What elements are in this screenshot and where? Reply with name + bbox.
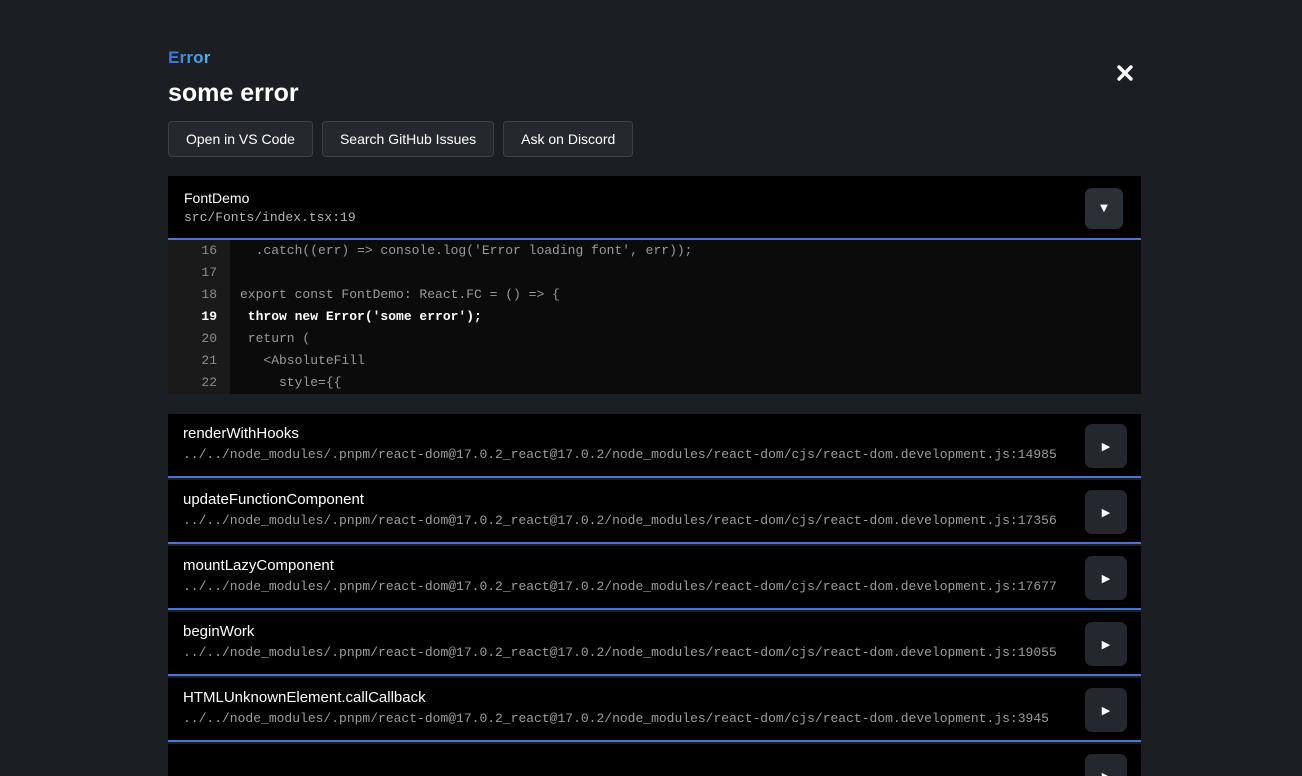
stack-frame-location: ../../node_modules/.pnpm/react-dom@17.0.… <box>183 711 1071 726</box>
code-line: 18 export const FontDemo: React.FC = () … <box>168 284 1141 306</box>
triangle-right-icon: ▶ <box>1102 573 1110 584</box>
stack-frame-row: updateFunctionComponent ../../node_modul… <box>168 480 1141 544</box>
code-lines: 16 .catch((err) => console.log('Error lo… <box>168 240 1141 394</box>
page-title: some error <box>168 79 1141 108</box>
line-number: 21 <box>168 350 230 372</box>
triangle-right-icon: ▶ <box>1102 639 1110 650</box>
line-number: 20 <box>168 328 230 350</box>
line-text: style={{ <box>230 372 341 394</box>
error-overlay: Error some error Open in VS Code Search … <box>168 0 1141 776</box>
stack-frame-function: mountLazyComponent <box>183 557 1071 574</box>
code-line: 22 style={{ <box>168 372 1141 394</box>
line-number: 17 <box>168 262 230 284</box>
stack-frame-location: ../../node_modules/.pnpm/react-dom@17.0.… <box>183 645 1071 660</box>
search-github-issues-button[interactable]: Search GitHub Issues <box>322 121 494 157</box>
triangle-right-icon: ▶ <box>1102 705 1110 716</box>
triangle-right-icon: ▶ <box>1102 507 1110 518</box>
expand-frame-button[interactable]: ▶ <box>1085 688 1127 732</box>
stack-frame-row: mountLazyComponent ../../node_modules/.p… <box>168 546 1141 610</box>
ask-on-discord-button[interactable]: Ask on Discord <box>503 121 633 157</box>
chevron-down-icon: ▼ <box>1100 204 1108 214</box>
stack-frame-function: beginWork <box>183 623 1071 640</box>
stack-frame-location: ../../node_modules/.pnpm/react-dom@17.0.… <box>183 447 1071 462</box>
expand-frame-button[interactable]: ▶ <box>1085 556 1127 600</box>
line-text <box>230 262 240 284</box>
line-number: 18 <box>168 284 230 306</box>
line-text: return ( <box>230 328 310 350</box>
code-line: 19 throw new Error('some error'); <box>168 306 1141 328</box>
code-frame-header: FontDemo src/Fonts/index.tsx:19 ▼ <box>168 176 1141 240</box>
stack-frame-function: HTMLUnknownElement.callCallback <box>183 689 1071 706</box>
stack-frame-function: updateFunctionComponent <box>183 491 1071 508</box>
action-bar: Open in VS Code Search GitHub Issues Ask… <box>168 121 1141 157</box>
line-text: throw new Error('some error'); <box>230 306 482 328</box>
code-frame-location: src/Fonts/index.tsx:19 <box>184 210 1125 225</box>
stack-frame-row: renderWithHooks ../../node_modules/.pnpm… <box>168 414 1141 478</box>
collapse-code-button[interactable]: ▼ <box>1085 188 1123 229</box>
open-in-vscode-button[interactable]: Open in VS Code <box>168 121 313 157</box>
error-type-label: Error <box>168 48 211 68</box>
triangle-right-icon: ▶ <box>1102 771 1110 776</box>
triangle-right-icon: ▶ <box>1102 441 1110 452</box>
stack-frame-location: ../../node_modules/.pnpm/react-dom@17.0.… <box>183 513 1071 528</box>
line-text: .catch((err) => console.log('Error loadi… <box>230 240 692 262</box>
expand-frame-button[interactable]: ▶ <box>1085 622 1127 666</box>
expand-frame-button[interactable]: ▶ <box>1085 490 1127 534</box>
code-line: 21 <AbsoluteFill <box>168 350 1141 372</box>
stack-frame-function: renderWithHooks <box>183 425 1071 442</box>
line-number: 22 <box>168 372 230 394</box>
line-text: export const FontDemo: React.FC = () => … <box>230 284 560 306</box>
code-line: 16 .catch((err) => console.log('Error lo… <box>168 240 1141 262</box>
expand-frame-button[interactable]: ▶ <box>1085 754 1127 776</box>
stack-frame-row: HTMLUnknownElement.callCallback ../../no… <box>168 678 1141 742</box>
close-icon <box>1116 64 1134 82</box>
code-line: 17 <box>168 262 1141 284</box>
line-number: 16 <box>168 240 230 262</box>
expand-frame-button[interactable]: ▶ <box>1085 424 1127 468</box>
stack-frame-location: ../../node_modules/.pnpm/react-dom@17.0.… <box>183 579 1071 594</box>
stack-frame-row: ▶ <box>168 744 1141 776</box>
close-button[interactable] <box>1112 60 1138 86</box>
line-text: <AbsoluteFill <box>230 350 365 372</box>
code-line: 20 return ( <box>168 328 1141 350</box>
stack-frame-list: renderWithHooks ../../node_modules/.pnpm… <box>168 414 1141 776</box>
code-frame-panel: FontDemo src/Fonts/index.tsx:19 ▼ 16 .ca… <box>168 176 1141 394</box>
stack-frame-row: beginWork ../../node_modules/.pnpm/react… <box>168 612 1141 676</box>
line-number: 19 <box>168 306 230 328</box>
code-frame-title: FontDemo <box>184 190 1125 207</box>
